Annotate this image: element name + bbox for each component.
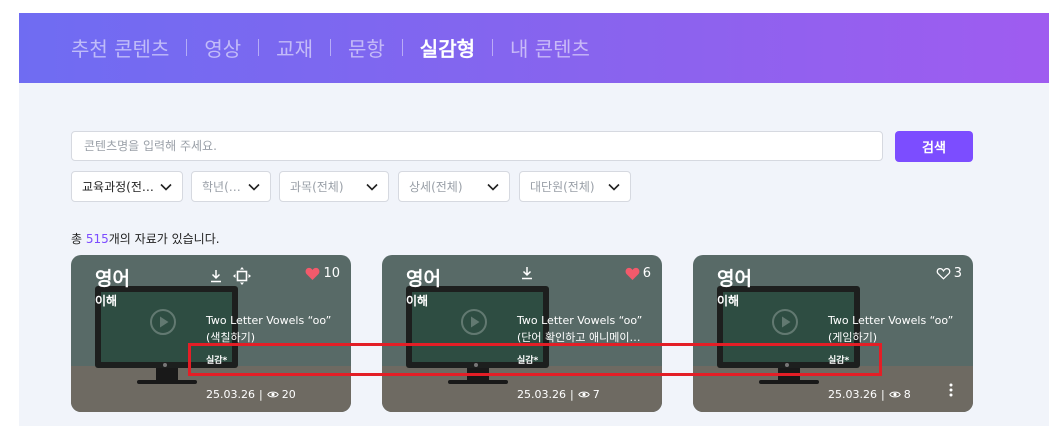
chevron-down-icon [608,183,620,191]
card-subject: 영어 [406,268,441,290]
filter-label: 과목(전체) [290,180,344,194]
card-category: 이해 [717,294,740,308]
card-views: 8 [903,388,911,401]
nav-item-3[interactable]: 문항 [348,33,385,62]
eye-icon [577,390,590,399]
filter-select-0[interactable]: 교육과정(전… [71,171,183,202]
card-actions [210,266,252,286]
card-meta: 25.03.26 | 7 [517,388,600,401]
download-icon[interactable] [521,266,533,280]
meta-divider: | [880,388,885,401]
total-count: 515 [85,232,109,246]
nav-divider [186,38,188,56]
card-category: 이해 [95,294,118,308]
filter-label: 학년(… [202,180,241,194]
card-views: 7 [592,388,600,401]
category-nav: 추천 콘텐츠 영상 교재 문항 실감형 내 콘텐츠 [71,33,590,61]
card-title: Two Letter Vowels “oo” (색칠하기) [206,312,346,346]
play-icon [771,308,799,340]
chevron-down-icon [487,183,499,191]
card-meta: 25.03.26 | 8 [828,388,911,401]
nav-item-0[interactable]: 추천 콘텐츠 [71,33,169,62]
search-button[interactable]: 검색 [895,131,973,162]
card-actions [521,266,543,280]
play-icon [149,308,177,340]
card-date: 25.03.26 [828,388,877,401]
card-title: Two Letter Vowels “oo” (게임하기) [828,312,968,346]
total-prefix: 총 [71,232,86,246]
card-subject: 영어 [717,268,752,290]
meta-divider: | [569,388,574,401]
filter-label: 상세(전체) [409,180,463,194]
nav-item-2[interactable]: 교재 [276,33,313,62]
card-title-line1: Two Letter Vowels “oo” [206,314,332,327]
card-subject: 영어 [95,268,130,290]
like-button[interactable]: 3 [936,266,962,281]
annotation-highlight-box [188,343,882,376]
nav-item-4[interactable]: 실감형 [420,33,475,62]
chevron-down-icon [160,183,172,191]
filter-select-3[interactable]: 상세(전체) [398,171,510,202]
content-card[interactable]: 영어 이해 10 Two Letter Vowels “oo” (색칠하기) 실감* 25.… [71,255,351,412]
heart-icon [936,267,954,280]
card-title: Two Letter Vowels “oo” (단어 확인하고 애니메이… [517,312,657,346]
nav-item-5[interactable]: 내 콘텐츠 [510,33,590,62]
like-button[interactable]: 6 [625,266,651,281]
card-meta: 25.03.26 | 20 [206,388,296,401]
filter-select-1[interactable]: 학년(… [191,171,271,202]
card-date: 25.03.26 [517,388,566,401]
top-navigation-bar: 추천 콘텐츠 영상 교재 문항 실감형 내 콘텐츠 [19,13,1049,83]
card-category: 이해 [406,294,429,308]
like-button[interactable]: 10 [305,266,340,281]
chevron-down-icon [248,183,260,191]
move-icon[interactable] [232,266,252,286]
eye-icon [266,390,279,399]
nav-divider [401,38,403,56]
like-count: 3 [953,266,962,281]
filter-select-4[interactable]: 대단원(전체) [519,171,631,202]
chevron-down-icon [366,183,378,191]
content-card[interactable]: 영어 이해 3 Two Letter Vowels “oo” (게임하기) 실감* 25.0… [693,255,973,412]
card-date: 25.03.26 [206,388,255,401]
total-count-text: 총 515개의 자료가 있습니다. [71,230,220,247]
meta-divider: | [258,388,263,401]
total-suffix: 개의 자료가 있습니다. [108,232,220,246]
like-count: 10 [323,266,340,281]
filter-select-2[interactable]: 과목(전체) [279,171,389,202]
more-options-icon[interactable] [949,382,953,397]
card-views: 20 [281,388,296,401]
play-icon [460,308,488,340]
card-title-line1: Two Letter Vowels “oo” [517,314,643,327]
filter-label: 교육과정(전… [82,180,154,194]
heart-icon [305,267,323,280]
heart-icon [625,267,643,280]
nav-divider [492,38,493,56]
search-input[interactable] [71,131,883,161]
like-count: 6 [642,266,651,281]
card-title-line1: Two Letter Vowels “oo” [828,314,954,327]
content-card[interactable]: 영어이해 6 Two Letter Vowels “oo” (단어 확인하고 애니메이… [382,255,662,412]
eye-icon [888,390,901,399]
nav-item-1[interactable]: 영상 [204,33,241,62]
nav-divider [329,38,331,56]
filter-label: 대단원(전체) [530,180,595,194]
download-icon[interactable] [210,269,222,283]
nav-divider [258,38,260,56]
